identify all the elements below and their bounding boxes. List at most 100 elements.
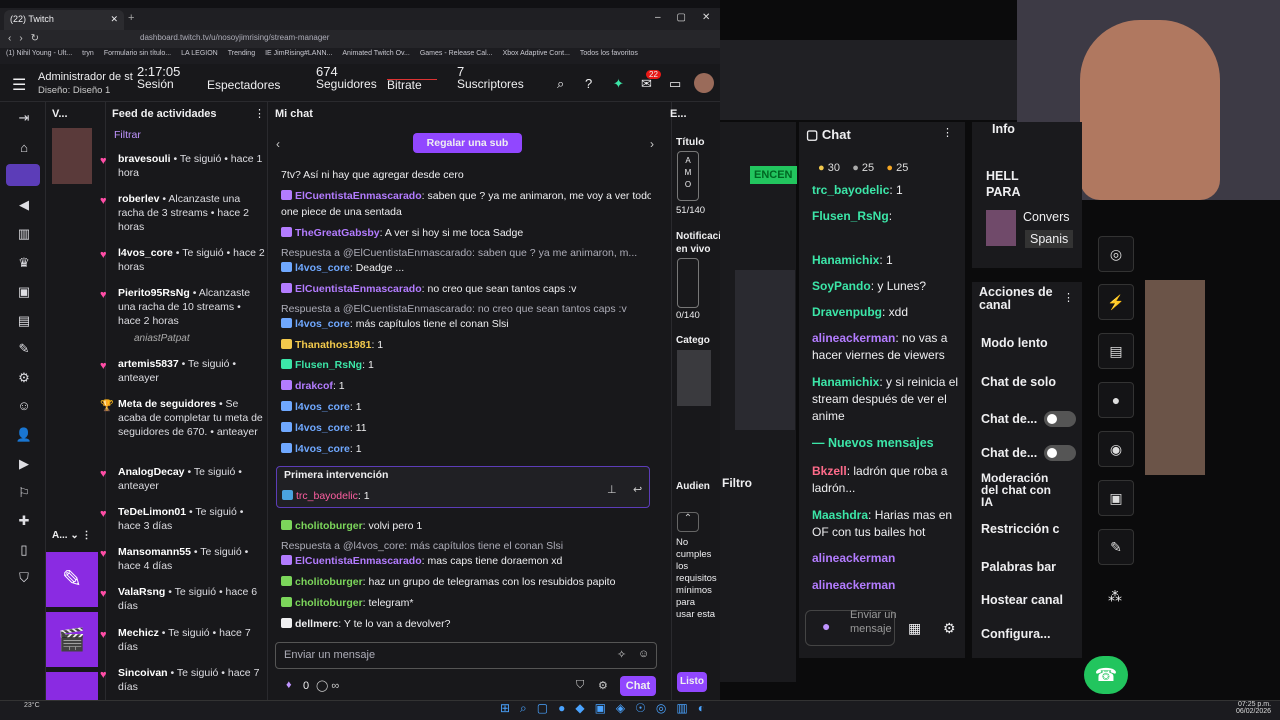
window-controls[interactable]: –▢✕ — [655, 12, 726, 23]
bookmark[interactable]: Games - Release Cal... — [420, 50, 493, 57]
chat-more-icon[interactable]: ⋮ — [942, 126, 953, 139]
chat-username[interactable]: ElCuentistaEnmascarado — [295, 190, 422, 202]
magic-icon[interactable]: ✧ — [617, 648, 626, 661]
done-button[interactable]: Listo — [677, 672, 707, 692]
bookmark[interactable]: IE JimRising#LANN... — [265, 50, 332, 57]
nav-buttons[interactable]: ‹›↻ — [8, 33, 47, 44]
emote-picker-icon[interactable]: ☺ — [638, 648, 649, 660]
channel-action[interactable]: Modo lento — [981, 336, 1048, 350]
more-icon[interactable]: ⋮ — [254, 107, 265, 120]
mod-shield-icon[interactable]: ⛉ — [576, 679, 584, 692]
expand-icon[interactable]: ⌃ — [677, 512, 699, 532]
filter-link[interactable]: Filtrar — [114, 129, 141, 141]
chat-username[interactable]: alineackerman — [812, 551, 895, 565]
chat-username[interactable]: cholitoburger — [295, 576, 363, 588]
url-field[interactable]: dashboard.twitch.tv/u/nosoyjimrising/str… — [140, 33, 329, 42]
community-icon[interactable]: ♛ — [14, 255, 34, 271]
chat-username[interactable]: cholitoburger — [295, 520, 363, 532]
gift-sub-button[interactable]: Regalar una sub — [413, 133, 522, 153]
activity-item[interactable]: ♥ Mansomann55 • Te siguió • hace 4 días — [100, 545, 266, 573]
browser-tab[interactable]: (22) Twitch ✕ — [4, 10, 124, 30]
chat-username[interactable]: Hanamichix — [812, 375, 879, 389]
video-icon[interactable]: ▶ — [14, 456, 34, 472]
emote-icon[interactable]: ☺ — [14, 398, 34, 414]
chat-username[interactable]: drakcof — [295, 380, 333, 392]
search-icon[interactable]: ⌕ — [557, 76, 564, 92]
actions-more-icon[interactable]: ⋮ — [1063, 291, 1074, 304]
shield-icon[interactable]: ⛉ — [14, 570, 34, 586]
channel-action[interactable]: Chat de... — [981, 412, 1037, 426]
chat-username[interactable]: Flusen_RsNg — [812, 209, 889, 223]
flash-icon[interactable]: ⚡ — [1098, 284, 1134, 320]
chat-username[interactable]: l4vos_core — [295, 262, 350, 274]
title-field[interactable]: AMO — [677, 151, 699, 201]
chat-username[interactable]: Maashdra — [812, 508, 868, 522]
activity-item[interactable]: ♥ bravesouli • Te siguió • hace 1 hora — [100, 152, 266, 180]
book-icon[interactable]: ▯ — [14, 542, 34, 558]
channel-action[interactable]: Configura... — [981, 627, 1050, 641]
chat-username[interactable]: ElCuentistaEnmascarado — [295, 555, 422, 567]
close-tab-icon[interactable]: ✕ — [110, 14, 118, 25]
broadcast-icon[interactable]: ◉ — [1098, 431, 1134, 467]
channel-action[interactable]: Hostear canal — [981, 593, 1063, 607]
category-image[interactable] — [677, 350, 711, 406]
edit-icon[interactable]: ✎ — [46, 552, 98, 607]
chat-username[interactable]: cholitoburger — [295, 597, 363, 609]
toggle-2[interactable] — [1044, 445, 1076, 461]
layout-icon[interactable]: ▣ — [1098, 480, 1134, 516]
activity-item[interactable]: ♥ l4vos_core • Te siguió • hace 2 horas — [100, 246, 266, 274]
channel-action[interactable]: Chat de... — [981, 446, 1037, 460]
activity-item[interactable]: ♥ Pierito95RsNg • Alcanzaste una racha de… — [100, 286, 266, 328]
bookmark[interactable]: Todos los favoritos — [580, 50, 638, 57]
bookmark[interactable]: (1) Nihil Young - Ult... — [6, 50, 72, 57]
home-icon[interactable]: ⌂ — [14, 140, 34, 156]
badge-icon[interactable]: ⚐ — [14, 485, 34, 501]
chat-username[interactable]: ElCuentistaEnmascarado — [295, 283, 422, 295]
activity-item[interactable]: ♥ Sincoivan • Te siguió • hace 7 días — [100, 666, 266, 694]
stream-manager-icon[interactable] — [6, 164, 40, 186]
activity-item[interactable]: ♥ roberlev • Alcanzaste una racha de 3 st… — [100, 192, 266, 234]
channel-action[interactable]: Moderación del chat con IA — [981, 472, 1057, 508]
chat-username[interactable]: dellmerc — [295, 618, 338, 630]
help-icon[interactable]: ? — [585, 76, 592, 91]
store-icon[interactable]: ▦ — [908, 620, 921, 637]
chat-username[interactable]: l4vos_core — [295, 401, 350, 413]
chat-username[interactable]: Dravenpubg — [812, 305, 882, 319]
collapse-icon[interactable]: ⇥ — [14, 110, 34, 126]
activity-item[interactable]: ♥ ValaRsng • Te siguió • hace 6 días — [100, 585, 266, 613]
stream-chat-settings-icon[interactable]: ⚙ — [943, 620, 956, 637]
extensions-icon[interactable]: ✚ — [14, 513, 34, 529]
megaphone-icon[interactable]: ◀ — [14, 197, 34, 213]
activity-item[interactable]: ♥ artemis5837 • Te siguió • anteayer — [100, 357, 266, 385]
chat-username[interactable]: l4vos_core — [295, 443, 350, 455]
pin-icon[interactable]: ⊥ — [607, 483, 617, 496]
chat-username[interactable]: Flusen_RsNg — [295, 359, 362, 371]
chat-settings-icon[interactable]: ⚙ — [598, 679, 608, 692]
bookmark[interactable]: Formulario sin título... — [104, 50, 171, 57]
chat-username[interactable]: trc_bayodelic — [812, 183, 889, 197]
chat-username[interactable]: TheGreatGabsby — [295, 227, 380, 239]
message-icon[interactable]: ● — [1098, 382, 1134, 418]
chat-username[interactable]: Thanathos1981 — [295, 339, 371, 351]
share-icon[interactable]: ⁂ — [1108, 588, 1122, 605]
prev-icon[interactable]: ‹ — [276, 137, 280, 151]
chat-send-button[interactable]: Chat — [620, 676, 656, 696]
quick-action[interactable] — [46, 672, 98, 700]
sparkle-icon[interactable]: ✦ — [613, 76, 624, 92]
content-icon[interactable]: ▣ — [14, 284, 34, 300]
chat-username[interactable]: alineackerman — [812, 331, 895, 345]
bookmark[interactable]: LA LEGION — [181, 50, 218, 57]
next-icon[interactable]: › — [650, 137, 654, 151]
chat-username[interactable]: Bkzell — [812, 464, 847, 478]
new-tab-icon[interactable]: + — [128, 12, 134, 24]
activity-item[interactable]: ♥ Mechicz • Te siguió • hace 7 días — [100, 626, 266, 654]
chat-username[interactable]: alineackerman — [812, 578, 895, 592]
bookmark[interactable]: tryn — [82, 50, 94, 57]
screenshot-icon[interactable]: ◎ — [1098, 236, 1134, 272]
menu-icon[interactable]: ☰ — [12, 75, 26, 95]
toggle-1[interactable] — [1044, 411, 1076, 427]
mic-icon[interactable]: ● — [822, 618, 830, 634]
channel-action[interactable]: Restricción c — [981, 522, 1060, 536]
activity-item[interactable]: ♥ TeDeLimon01 • Te siguió • hace 3 días — [100, 505, 266, 533]
bookmark[interactable]: Trending — [228, 50, 255, 57]
